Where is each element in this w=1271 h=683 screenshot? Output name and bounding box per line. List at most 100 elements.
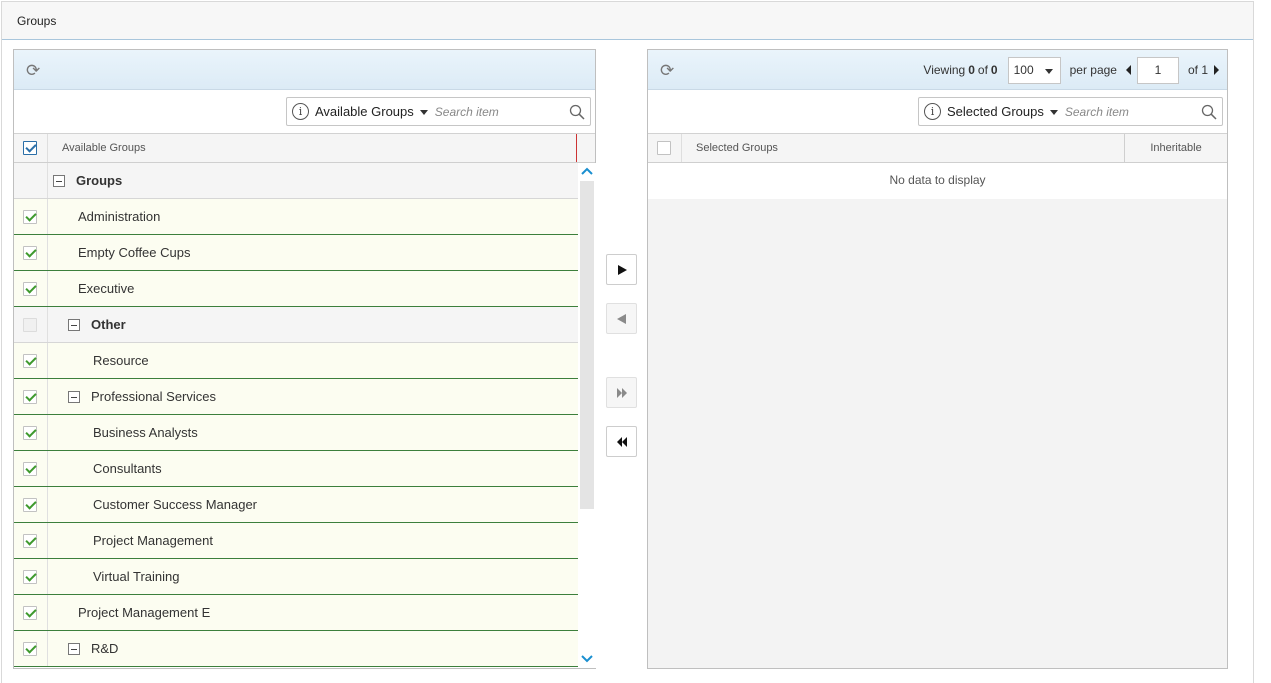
prev-page-icon[interactable]: [1125, 65, 1131, 75]
tree-row[interactable]: R&D: [14, 631, 578, 667]
row-checkbox[interactable]: [23, 570, 37, 584]
pager: Viewing 0 of 0 100 per page of 1: [923, 56, 1219, 84]
tree-row[interactable]: Professional Services: [14, 379, 578, 415]
tree-row-label: Resource: [93, 353, 149, 368]
tree-row-label: Virtual Training: [93, 569, 180, 584]
left-toolbar: ⟳: [14, 50, 595, 90]
right-column-header: Selected Groups Inheritable: [648, 134, 1227, 163]
scroll-up-icon[interactable]: [581, 165, 593, 177]
play-right-icon: [617, 264, 627, 275]
caret-down-icon: [419, 110, 428, 116]
move-all-left-button[interactable]: [606, 426, 637, 457]
collapse-icon[interactable]: [68, 643, 80, 655]
tree-row-label: R&D: [91, 641, 119, 656]
left-search-box: i Available Groups: [286, 97, 591, 126]
tree-row-label: Empty Coffee Cups: [78, 245, 191, 260]
info-icon[interactable]: i: [292, 103, 309, 120]
viewing-total: 0: [990, 63, 998, 77]
row-checkbox[interactable]: [23, 282, 37, 296]
move-right-button[interactable]: [606, 254, 637, 285]
row-check-cell: [14, 307, 48, 342]
row-checkbox[interactable]: [23, 210, 37, 224]
tree-row-label: Administration: [78, 209, 161, 224]
row-checkbox[interactable]: [23, 246, 37, 260]
right-toolbar: ⟳ Viewing 0 of 0 100 per page of 1: [648, 50, 1227, 90]
groups-tree: Groups Administration Empty Coffee Cups Exe…: [14, 163, 578, 668]
collapse-icon[interactable]: [53, 175, 65, 187]
tree-row-label: Project Management: [93, 533, 213, 548]
row-checkbox[interactable]: [23, 462, 37, 476]
select-all-cell: [648, 134, 682, 162]
row-checkbox[interactable]: [23, 390, 37, 404]
selected-groups-panel: ⟳ Viewing 0 of 0 100 per page of 1 i Sel…: [647, 49, 1228, 669]
move-all-right-button[interactable]: [606, 377, 637, 408]
tree-row[interactable]: Resource: [14, 343, 578, 379]
column-resize-handle[interactable]: [576, 134, 578, 162]
search-scope-dropdown[interactable]: Selected Groups: [947, 104, 1058, 119]
tree-row[interactable]: Consultants: [14, 451, 578, 487]
tree-row[interactable]: Executive: [14, 271, 578, 307]
per-page-select[interactable]: 100: [1007, 56, 1061, 84]
search-scope-label: Available Groups: [315, 104, 414, 119]
row-check-cell: [14, 559, 48, 594]
tree-scrollbar[interactable]: [578, 163, 596, 668]
row-checkbox[interactable]: [23, 318, 37, 332]
search-icon[interactable]: [569, 104, 585, 120]
refresh-icon[interactable]: ⟳: [26, 62, 44, 80]
row-checkbox[interactable]: [23, 534, 37, 548]
scroll-down-icon[interactable]: [581, 653, 593, 665]
search-scope-dropdown[interactable]: Available Groups: [315, 104, 428, 119]
refresh-icon[interactable]: ⟳: [660, 62, 678, 80]
tree-row[interactable]: Administration: [14, 199, 578, 235]
tree-row[interactable]: Business Analysts: [14, 415, 578, 451]
double-left-icon: [616, 436, 627, 447]
tree-row-label: Consultants: [93, 461, 162, 476]
collapse-icon[interactable]: [68, 319, 80, 331]
row-checkbox[interactable]: [23, 642, 37, 656]
row-check-cell: [14, 379, 48, 414]
page-number-input[interactable]: [1136, 56, 1179, 84]
search-icon[interactable]: [1201, 104, 1217, 120]
inheritable-column-header[interactable]: Inheritable: [1124, 134, 1227, 162]
tree-row[interactable]: Empty Coffee Cups: [14, 235, 578, 271]
tree-row-label: Business Analysts: [93, 425, 198, 440]
search-scope-label: Selected Groups: [947, 104, 1044, 119]
info-icon[interactable]: i: [924, 103, 941, 120]
row-checkbox[interactable]: [23, 498, 37, 512]
row-check-cell: [14, 235, 48, 270]
column-title: Available Groups: [62, 142, 146, 154]
tree-row-label: Project Management E: [78, 605, 211, 620]
row-checkbox[interactable]: [23, 606, 37, 620]
left-search-input[interactable]: [434, 104, 565, 119]
tree-row[interactable]: Customer Success Manager: [14, 487, 578, 523]
row-check-cell: [14, 487, 48, 522]
right-search-input[interactable]: [1064, 104, 1195, 119]
viewing-from: 0: [968, 63, 975, 77]
viewing-of-label: of: [977, 63, 988, 77]
tree-row[interactable]: Project Management: [14, 523, 578, 559]
double-right-icon: [616, 387, 627, 398]
per-page-value: 100: [1013, 62, 1034, 77]
row-check-cell: [14, 595, 48, 630]
select-all-checkbox[interactable]: [657, 141, 671, 155]
next-page-icon[interactable]: [1214, 65, 1219, 75]
collapse-icon[interactable]: [68, 391, 80, 403]
tree-row-label: Customer Success Manager: [93, 497, 258, 512]
tree-row[interactable]: Other: [14, 307, 578, 343]
per-page-label: per page: [1069, 63, 1117, 77]
caret-down-icon: [1049, 110, 1058, 116]
tree-row[interactable]: Virtual Training: [14, 559, 578, 595]
row-check-cell: [14, 631, 48, 666]
move-left-button[interactable]: [606, 303, 637, 334]
row-checkbox[interactable]: [23, 426, 37, 440]
play-left-icon: [616, 313, 626, 324]
scrollbar-thumb[interactable]: [580, 181, 594, 509]
row-check-cell: [14, 271, 48, 306]
chevron-down-icon: [1044, 68, 1053, 74]
select-all-checkbox[interactable]: [23, 141, 37, 155]
row-checkbox[interactable]: [23, 354, 37, 368]
select-all-cell: [14, 134, 48, 162]
row-check-cell: [14, 415, 48, 450]
tree-row[interactable]: Project Management E: [14, 595, 578, 631]
tree-row[interactable]: Groups: [14, 163, 578, 199]
